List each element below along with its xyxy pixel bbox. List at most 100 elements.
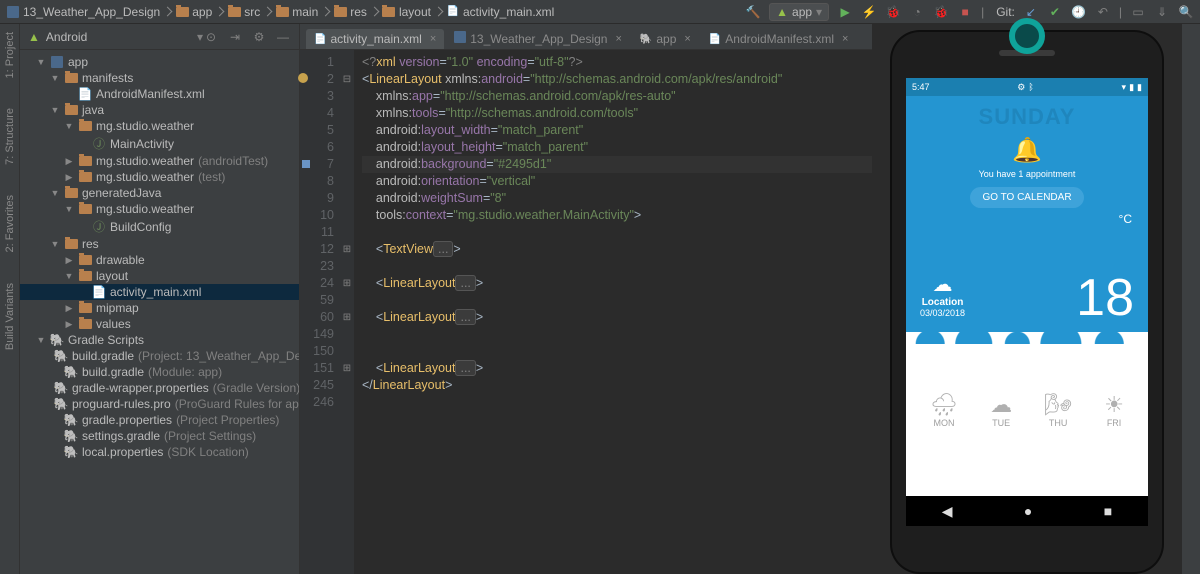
overview-icon[interactable]: ■ [1104,503,1112,519]
tree-twisty-icon[interactable]: ▼ [50,73,60,83]
tree-twisty-icon[interactable]: ▼ [64,271,74,281]
run-icon[interactable]: ▶ [837,4,853,20]
tree-node[interactable]: 📄AndroidManifest.xml [20,86,299,102]
breadcrumb-item[interactable]: src [227,5,260,19]
close-icon[interactable]: × [430,33,436,45]
code-line[interactable]: <LinearLayout...> [362,309,872,326]
fold-handle[interactable] [340,258,354,275]
fold-handle[interactable] [340,190,354,207]
breadcrumb-item[interactable]: app [175,5,212,19]
line-number[interactable]: 8 [300,173,334,190]
tree-node[interactable]: ⒿBuildConfig [20,217,299,236]
tree-node[interactable]: ▶mg.studio.weather (test) [20,169,299,185]
breadcrumb-item[interactable]: res [333,5,367,19]
code-line[interactable]: xmlns:app="http://schemas.android.com/ap… [362,88,872,105]
warning-icon[interactable] [298,73,308,83]
profile-icon[interactable]: ◔ [909,4,925,20]
line-number[interactable]: 5 [300,122,334,139]
code-editor[interactable]: 12345678910111223245960149150151245246 ⊟… [300,50,872,574]
line-number[interactable]: 3 [300,88,334,105]
tool-window-tab[interactable]: 1: Project [4,32,16,78]
tree-node[interactable]: ▼🐘Gradle Scripts [20,332,299,348]
tree-node[interactable]: ▼java [20,102,299,118]
fold-handle[interactable]: ⊞ [340,360,354,377]
line-number[interactable]: 12 [300,241,334,258]
editor-tab[interactable]: 📄activity_main.xml× [306,29,444,49]
fold-handle[interactable] [340,292,354,309]
tree-node[interactable]: ▼mg.studio.weather [20,118,299,134]
fold-handle[interactable]: ⊞ [340,275,354,292]
breadcrumb-item[interactable]: main [275,5,318,19]
debug-icon[interactable]: 🐞 [885,4,901,20]
settings-gear-icon[interactable]: ⚙ [251,29,267,45]
fold-gutter[interactable]: ⊟⊞⊞⊞⊞ [340,50,354,574]
code-line[interactable] [362,394,872,411]
code-line[interactable] [362,326,872,343]
close-icon[interactable]: × [684,33,690,45]
project-tree[interactable]: ▼app▼manifests📄AndroidManifest.xml▼java▼… [20,50,299,574]
tree-twisty-icon[interactable]: ▼ [50,188,60,198]
git-revert-icon[interactable]: ↶ [1095,4,1111,20]
code-line[interactable]: <TextView...> [362,241,872,258]
tree-twisty-icon[interactable]: ▶ [64,255,74,266]
line-number[interactable]: 2 [300,71,334,88]
fold-handle[interactable] [340,207,354,224]
collapse-all-icon[interactable]: ⇥ [227,29,243,45]
line-number[interactable]: 23 [300,258,334,275]
fold-handle[interactable] [340,326,354,343]
code-line[interactable]: xmlns:tools="http://schemas.android.com/… [362,105,872,122]
stop-icon[interactable]: ■ [957,4,973,20]
tree-node[interactable]: ▼mg.studio.weather [20,201,299,217]
code-line[interactable]: tools:context="mg.studio.weather.MainAct… [362,207,872,224]
code-line[interactable]: <LinearLayout...> [362,360,872,377]
git-commit-icon[interactable]: ✔ [1047,4,1063,20]
search-everywhere-icon[interactable]: 🔍 [1178,4,1194,20]
line-number[interactable]: 9 [300,190,334,207]
fold-handle[interactable] [340,88,354,105]
tool-window-tab[interactable]: 2: Favorites [4,195,16,252]
code-line[interactable]: android:background="#2495d1" [362,156,872,173]
line-number[interactable]: 245 [300,377,334,394]
code-content[interactable]: <?xml version="1.0" encoding="utf-8"?><L… [354,50,872,574]
line-number[interactable]: 151 [300,360,334,377]
tree-twisty-icon[interactable]: ▶ [64,172,74,183]
home-icon[interactable]: ● [1024,503,1032,519]
fold-handle[interactable] [340,343,354,360]
line-number[interactable]: 1 [300,54,334,71]
go-to-calendar-button[interactable]: GO TO CALENDAR [970,187,1083,208]
line-number[interactable]: 59 [300,292,334,309]
breadcrumb-item[interactable]: 📄activity_main.xml [446,5,554,19]
line-number[interactable]: 24 [300,275,334,292]
tree-node[interactable]: ⒿMainActivity [20,134,299,153]
line-number[interactable]: 246 [300,394,334,411]
tree-node[interactable]: 🐘gradle.properties (Project Properties) [20,412,299,428]
code-line[interactable]: android:orientation="vertical" [362,173,872,190]
breadcrumb-item[interactable]: layout [382,5,431,19]
make-project-icon[interactable]: 🔨 [745,4,761,20]
editor-tab[interactable]: 🐘app× [632,29,699,49]
tree-node[interactable]: ▶mipmap [20,300,299,316]
editor-tab[interactable]: 13_Weather_App_Design× [446,28,630,49]
sdk-manager-icon[interactable]: ⇓ [1154,4,1170,20]
code-line[interactable] [362,292,872,309]
editor-tab[interactable]: 📄AndroidManifest.xml× [701,29,857,49]
tree-node[interactable]: ▼app [20,54,299,70]
fold-handle[interactable] [340,105,354,122]
tree-node[interactable]: 🐘local.properties (SDK Location) [20,444,299,460]
apply-changes-icon[interactable]: ⚡ [861,4,877,20]
breadcrumb-item[interactable]: 13_Weather_App_Design [6,5,160,19]
fold-handle[interactable] [340,377,354,394]
scroll-from-source-icon[interactable]: ⊙ [203,29,219,45]
close-icon[interactable]: × [842,33,848,45]
project-view-name[interactable]: Android [46,30,197,44]
line-number-gutter[interactable]: 12345678910111223245960149150151245246 [300,50,340,574]
git-history-icon[interactable]: 🕘 [1071,4,1087,20]
code-line[interactable]: </LinearLayout> [362,377,872,394]
tree-node[interactable]: ▶mg.studio.weather (androidTest) [20,153,299,169]
tree-node[interactable]: 📄activity_main.xml [20,284,299,300]
tool-window-tab[interactable]: Build Variants [4,283,16,350]
tree-node[interactable]: 🐘settings.gradle (Project Settings) [20,428,299,444]
code-line[interactable]: android:weightSum="8" [362,190,872,207]
tree-node[interactable]: ▼manifests [20,70,299,86]
code-line[interactable] [362,224,872,241]
